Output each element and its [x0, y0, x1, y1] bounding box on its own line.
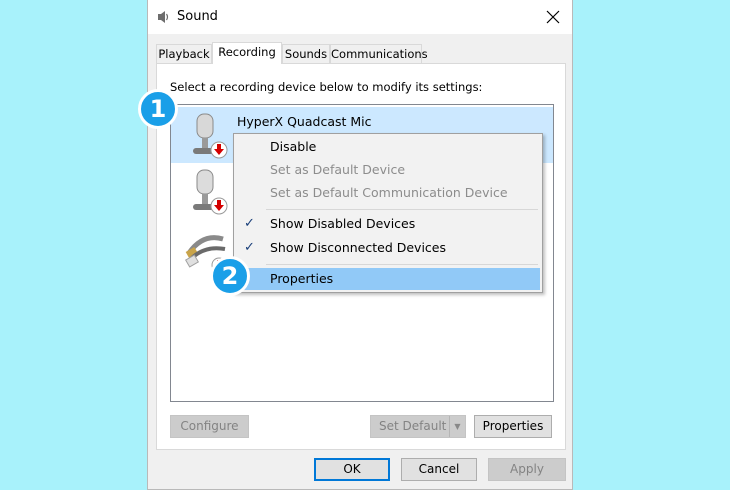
window-title: Sound [177, 9, 218, 24]
tab-communications[interactable]: Communications [330, 44, 428, 64]
device-name: HyperX Quadcast Mic [237, 114, 372, 129]
properties-button[interactable]: Properties [474, 415, 552, 438]
microphone-icon [193, 113, 228, 159]
step-badge-2: 2 [210, 256, 250, 296]
tab-playback[interactable]: Playback [156, 44, 212, 64]
check-icon: ✓ [244, 240, 255, 255]
step-badge-1: 1 [138, 89, 178, 129]
apply-button[interactable]: Apply [488, 458, 566, 481]
set-default-label: Set Default [379, 419, 447, 433]
menu-item-set-default-communication-device[interactable]: Set as Default Communication Device [236, 182, 540, 204]
set-default-button[interactable]: Set Default ▼ [370, 415, 466, 438]
context-menu: Disable Set as Default Device Set as Def… [233, 133, 543, 293]
menu-item-label: Properties [270, 271, 334, 286]
menu-item-label: Show Disconnected Devices [270, 240, 447, 255]
menu-item-label: Set as Default Device [270, 162, 406, 177]
speaker-icon [158, 11, 169, 23]
menu-item-properties[interactable]: Properties [236, 268, 540, 290]
menu-item-disable[interactable]: Disable [236, 136, 540, 158]
cancel-button[interactable]: Cancel [401, 458, 477, 481]
instruction-text: Select a recording device below to modif… [170, 80, 483, 94]
configure-button[interactable]: Configure [170, 415, 249, 438]
menu-separator [266, 264, 538, 265]
tab-recording[interactable]: Recording [212, 42, 282, 64]
tab-sounds[interactable]: Sounds [282, 44, 330, 64]
menu-item-show-disconnected-devices[interactable]: ✓ Show Disconnected Devices [236, 237, 540, 259]
title-bar: Sound [148, 0, 572, 34]
close-icon[interactable] [542, 6, 564, 28]
menu-item-set-default-device[interactable]: Set as Default Device [236, 159, 540, 181]
ok-button[interactable]: OK [314, 458, 390, 481]
menu-separator [266, 209, 538, 210]
menu-item-label: Set as Default Communication Device [270, 185, 508, 200]
menu-item-label: Disable [270, 139, 317, 154]
menu-item-label: Show Disabled Devices [270, 216, 416, 231]
chevron-down-icon[interactable]: ▼ [449, 416, 465, 437]
microphone-icon [193, 169, 228, 215]
check-icon: ✓ [244, 216, 255, 231]
menu-item-show-disabled-devices[interactable]: ✓ Show Disabled Devices [236, 213, 540, 235]
